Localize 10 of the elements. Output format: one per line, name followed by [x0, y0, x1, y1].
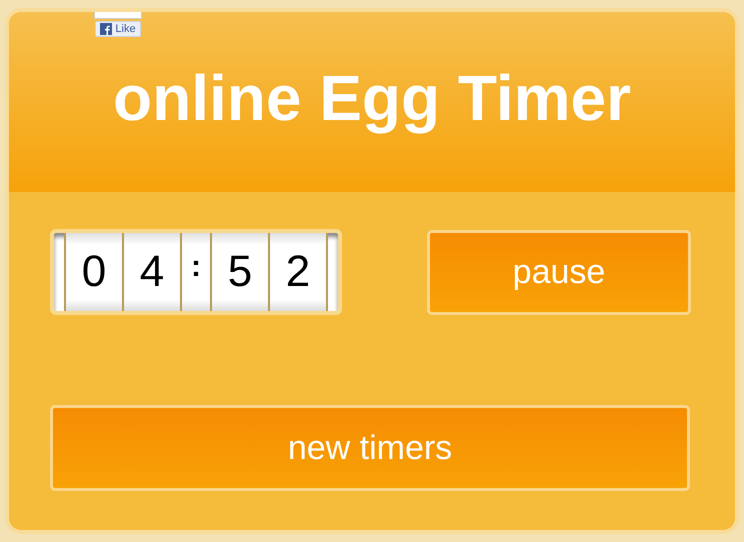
- colon-separator: :: [180, 233, 210, 311]
- pause-button[interactable]: pause: [427, 230, 691, 314]
- facebook-icon: [100, 23, 112, 35]
- new-timers-button[interactable]: new timers: [50, 405, 690, 491]
- digit-cell: 2: [268, 233, 328, 311]
- digit-cell: 4: [122, 233, 180, 311]
- app-title: online Egg Timer: [113, 61, 631, 136]
- digit-cell: 5: [210, 233, 268, 311]
- like-button[interactable]: Like: [95, 21, 141, 37]
- digit-cell: 0: [64, 233, 122, 311]
